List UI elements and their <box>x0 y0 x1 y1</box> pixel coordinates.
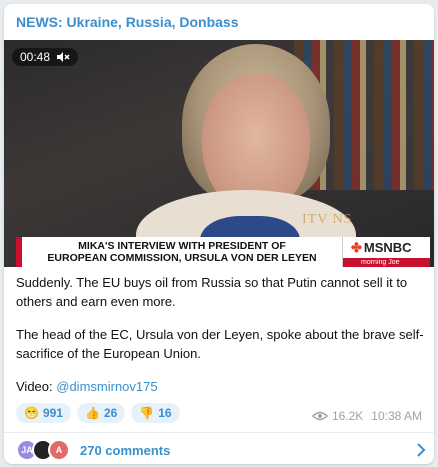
grin-emoji-icon: 😁 <box>24 406 39 420</box>
lower-third-headline: MIKA'S INTERVIEW WITH PRESIDENT OF EUROP… <box>22 237 342 267</box>
reactions-bar: 😁 991 👍 26 👎 16 <box>16 403 180 423</box>
network-logo: ✤ MSNBC <box>351 240 412 256</box>
comments-button[interactable]: JA A 270 comments <box>16 437 426 463</box>
reaction-count: 991 <box>42 406 63 420</box>
post-paragraph-1: Suddenly. The EU buys oil from Russia so… <box>16 275 408 309</box>
video-credit-link[interactable]: @dimsmirnov175 <box>56 379 157 394</box>
channel-post-card: NEWS: Ukraine, Russia, Donbass ITV NS 00… <box>4 4 434 464</box>
eye-icon <box>311 411 328 421</box>
video-player[interactable]: ITV NS 00:48 MIKA'S INTERVIEW WITH PRESI… <box>4 40 434 267</box>
comments-label: 270 comments <box>80 442 171 458</box>
view-count: 16.2K <box>331 409 364 423</box>
reaction-thumbs-up[interactable]: 👍 26 <box>76 403 126 423</box>
video-duration-badge[interactable]: 00:48 <box>12 48 79 66</box>
post-meta: 16.2K 10:38 AM <box>311 409 422 423</box>
thumbs-up-emoji-icon: 👍 <box>84 406 100 420</box>
news-lower-third: MIKA'S INTERVIEW WITH PRESIDENT OF EUROP… <box>16 237 430 267</box>
video-duration: 00:48 <box>20 50 51 64</box>
reaction-count: 26 <box>103 406 118 420</box>
avatar: A <box>48 439 70 461</box>
commenter-avatars: JA A <box>16 439 70 461</box>
show-name: morning Joe <box>343 258 430 267</box>
lower-third-line-2: EUROPEAN COMMISSION, URSULA VON DER LEYE… <box>47 252 317 264</box>
muted-speaker-icon[interactable] <box>56 51 70 63</box>
chevron-right-icon <box>417 443 426 457</box>
post-video-credit: Video: @dimsmirnov175 <box>16 377 426 396</box>
post-time: 10:38 AM <box>371 409 422 423</box>
lower-third-line-1: MIKA'S INTERVIEW WITH PRESIDENT OF <box>78 240 286 252</box>
reaction-count: 16 <box>158 406 172 420</box>
peacock-icon: ✤ <box>351 240 362 255</box>
network-logo-box: ✤ MSNBC morning Joe <box>342 237 430 267</box>
video-watermark: ITV NS <box>302 212 353 227</box>
channel-name[interactable]: NEWS: Ukraine, Russia, Donbass <box>16 14 239 30</box>
post-paragraph-2: The head of the EC, Ursula von der Leyen… <box>16 327 424 361</box>
thumbs-down-emoji-icon: 👎 <box>139 406 155 420</box>
reaction-grin[interactable]: 😁 991 <box>16 403 71 423</box>
network-name: MSNBC <box>363 240 412 255</box>
reaction-thumbs-down[interactable]: 👎 16 <box>131 403 180 423</box>
divider <box>4 432 434 433</box>
video-credit-label: Video: <box>16 379 57 394</box>
post-text: Suddenly. The EU buys oil from Russia so… <box>16 273 426 396</box>
